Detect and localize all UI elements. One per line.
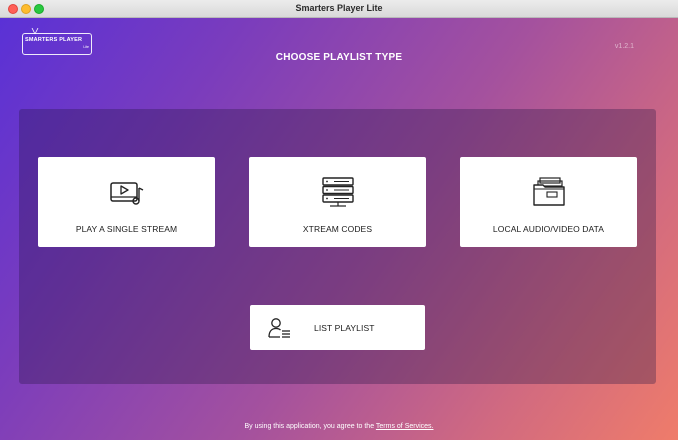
xtream-codes-label: XTREAM CODES	[302, 224, 373, 234]
logo-subtext: Lite	[83, 45, 89, 49]
list-playlist-label: LIST PLAYLIST	[314, 323, 375, 333]
user-list-icon	[268, 318, 290, 338]
logo-text: SMARTERS PLAYER	[25, 37, 83, 43]
app-content: SMARTERS PLAYER Lite CHOOSE PLAYLIST TYP…	[0, 18, 678, 440]
window-title: Smarters Player Lite	[295, 3, 383, 13]
local-audio-video-button[interactable]: LOCAL AUDIO/VIDEO DATA	[460, 157, 637, 247]
local-audio-video-label: LOCAL AUDIO/VIDEO DATA	[492, 224, 605, 234]
server-icon	[321, 177, 354, 207]
window-titlebar: Smarters Player Lite	[0, 0, 678, 18]
video-play-icon	[109, 182, 143, 205]
page-title: CHOOSE PLAYLIST TYPE	[275, 52, 403, 63]
footer-text: By using this application, you agree to …	[244, 423, 376, 430]
xtream-codes-button[interactable]: XTREAM CODES	[249, 157, 426, 247]
folder-files-icon	[532, 177, 565, 206]
list-playlist-button[interactable]: LIST PLAYLIST	[250, 305, 425, 350]
play-single-stream-label: PLAY A SINGLE STREAM	[75, 224, 178, 234]
footer-terms: By using this application, you agree to …	[0, 423, 678, 430]
terms-of-service-link[interactable]: Terms of Services.	[376, 423, 434, 430]
play-single-stream-button[interactable]: PLAY A SINGLE STREAM	[38, 157, 215, 247]
version-label: v1.2.1	[614, 43, 634, 50]
